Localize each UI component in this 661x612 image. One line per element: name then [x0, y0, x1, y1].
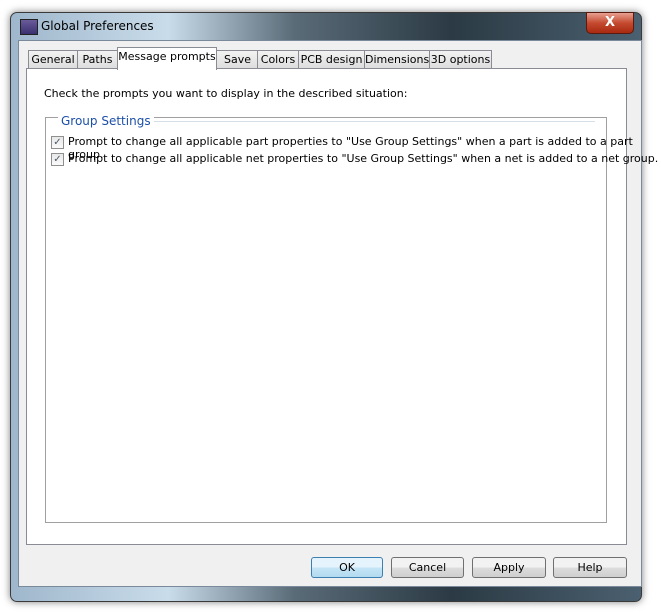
cancel-button[interactable]: Cancel [391, 557, 464, 578]
tab-save[interactable]: Save [216, 50, 259, 69]
group-settings-box [45, 117, 607, 523]
help-button[interactable]: Help [553, 557, 627, 578]
net-prompt-label[interactable]: Prompt to change all applicable net prop… [68, 152, 658, 165]
window-title: Global Preferences [41, 19, 154, 33]
part-prompt-checkbox[interactable]: ✓ [51, 136, 64, 149]
ok-button[interactable]: OK [311, 557, 383, 578]
group-title-divider [146, 121, 595, 122]
tab-pcb-design[interactable]: PCB design [298, 50, 365, 69]
intro-text: Check the prompts you want to display in… [44, 87, 408, 100]
close-button[interactable]: X [586, 12, 634, 34]
apply-button[interactable]: Apply [472, 557, 546, 578]
tab-message-prompts[interactable]: Message prompts [117, 47, 217, 70]
tab-general[interactable]: General [28, 50, 78, 69]
tab-colors[interactable]: Colors [257, 50, 299, 69]
tab-dimensions[interactable]: Dimensions [364, 50, 430, 69]
app-icon [20, 19, 38, 35]
net-prompt-checkbox[interactable]: ✓ [51, 153, 64, 166]
tab-paths[interactable]: Paths [77, 50, 118, 69]
tab-3d-options[interactable]: 3D options [429, 50, 492, 69]
group-title: Group Settings [58, 114, 154, 128]
